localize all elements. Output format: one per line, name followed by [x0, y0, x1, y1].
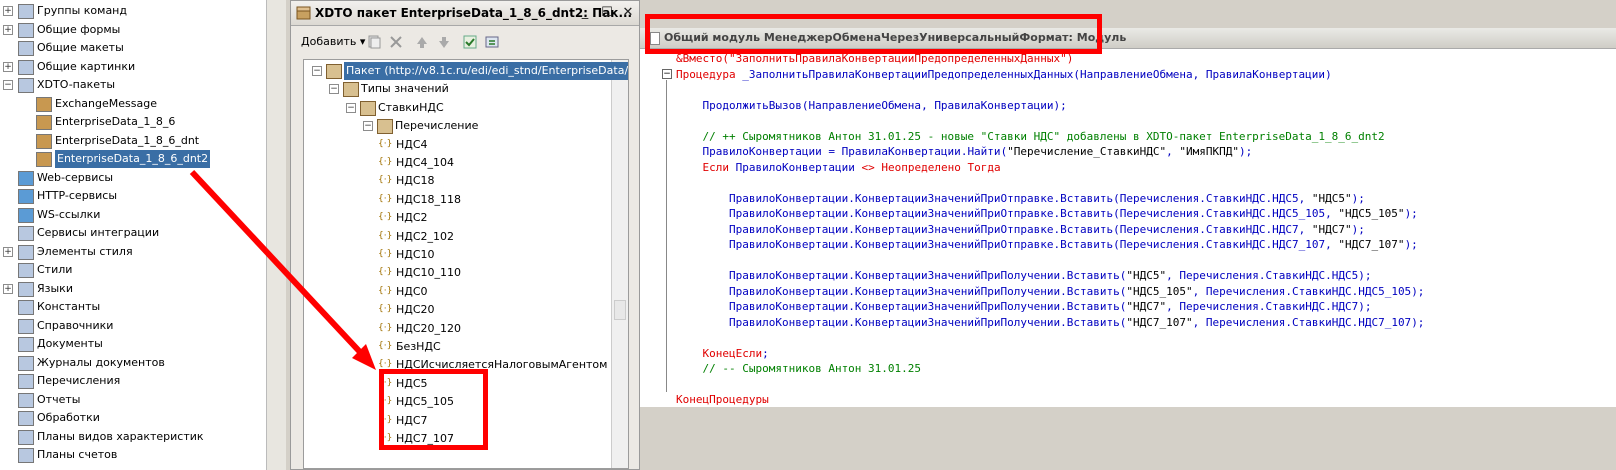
annotation-arrow	[189, 169, 376, 370]
